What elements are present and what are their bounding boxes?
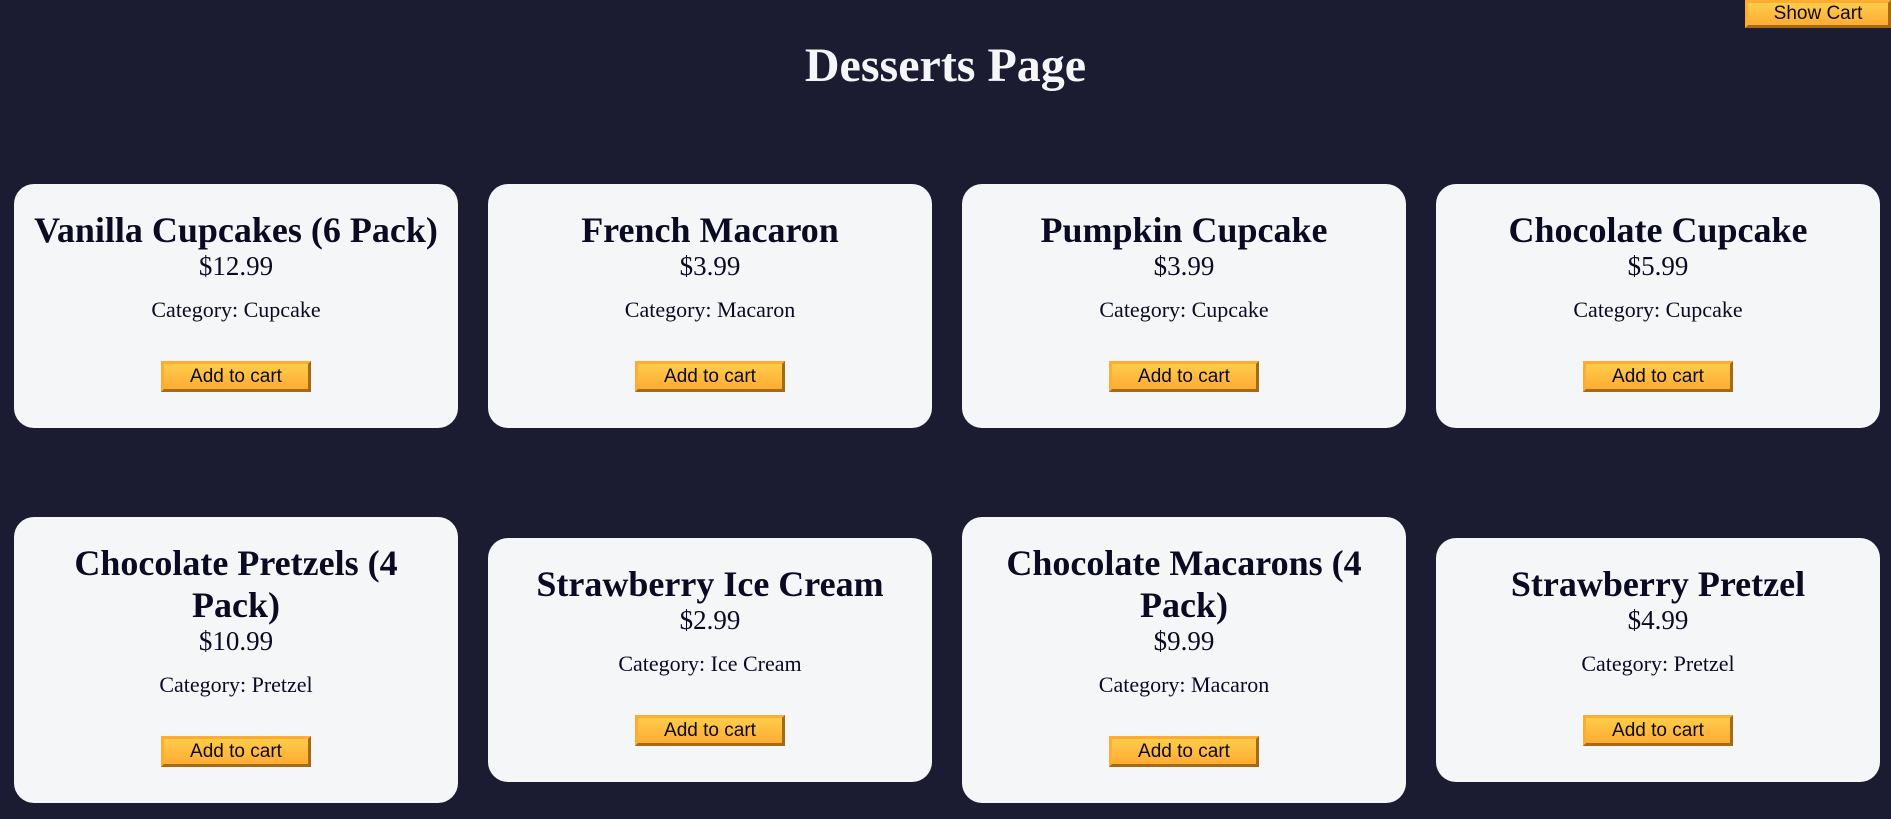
product-name: Chocolate Macarons (4 Pack) <box>1006 543 1362 625</box>
product-price: $4.99 <box>1627 605 1689 635</box>
products-grid: Vanilla Cupcakes (6 Pack) $12.99 Categor… <box>14 158 1880 808</box>
product-name: Chocolate Cupcake <box>1508 210 1808 250</box>
product-category: Category: Ice Cream <box>618 651 802 676</box>
product-category: Category: Macaron <box>624 297 796 322</box>
product-name: Chocolate Pretzels (4 Pack) <box>74 543 398 625</box>
add-to-cart-button[interactable]: Add to cart <box>1109 736 1259 767</box>
product-name: Vanilla Cupcakes (6 Pack) <box>34 210 438 250</box>
product-category: Category: Pretzel <box>159 672 313 697</box>
product-name: French Macaron <box>581 210 839 250</box>
product-price: $3.99 <box>679 251 741 281</box>
add-to-cart-button[interactable]: Add to cart <box>635 361 785 392</box>
add-to-cart-button[interactable]: Add to cart <box>161 736 311 767</box>
add-to-cart-button[interactable]: Add to cart <box>161 361 311 392</box>
add-to-cart-button[interactable]: Add to cart <box>1583 361 1733 392</box>
product-price: $10.99 <box>198 626 274 656</box>
product-name: Strawberry Ice Cream <box>536 564 884 604</box>
product-card: French Macaron $3.99 Category: Macaron A… <box>488 184 932 428</box>
add-to-cart-button[interactable]: Add to cart <box>1583 715 1733 746</box>
product-card: Pumpkin Cupcake $3.99 Category: Cupcake … <box>962 184 1406 428</box>
product-card: Chocolate Cupcake $5.99 Category: Cupcak… <box>1436 184 1880 428</box>
product-card: Chocolate Macarons (4 Pack) $9.99 Catego… <box>962 517 1406 803</box>
product-card: Chocolate Pretzels (4 Pack) $10.99 Categ… <box>14 517 458 803</box>
product-price: $9.99 <box>1153 626 1215 656</box>
product-price: $12.99 <box>198 251 274 281</box>
show-cart-button[interactable]: Show Cart <box>1745 0 1891 28</box>
page-title: Desserts Page <box>804 39 1087 92</box>
product-price: $2.99 <box>679 605 741 635</box>
product-card: Strawberry Pretzel $4.99 Category: Pretz… <box>1436 538 1880 782</box>
product-price: $5.99 <box>1627 251 1689 281</box>
product-price: $3.99 <box>1153 251 1215 281</box>
product-name: Pumpkin Cupcake <box>1040 210 1328 250</box>
add-to-cart-button[interactable]: Add to cart <box>1109 361 1259 392</box>
product-card: Strawberry Ice Cream $2.99 Category: Ice… <box>488 538 932 782</box>
add-to-cart-button[interactable]: Add to cart <box>635 715 785 746</box>
product-category: Category: Cupcake <box>1099 297 1269 322</box>
product-name: Strawberry Pretzel <box>1510 564 1806 604</box>
product-category: Category: Cupcake <box>1573 297 1743 322</box>
product-category: Category: Macaron <box>1098 672 1270 697</box>
product-card: Vanilla Cupcakes (6 Pack) $12.99 Categor… <box>14 184 458 428</box>
product-category: Category: Cupcake <box>151 297 321 322</box>
product-category: Category: Pretzel <box>1581 651 1735 676</box>
